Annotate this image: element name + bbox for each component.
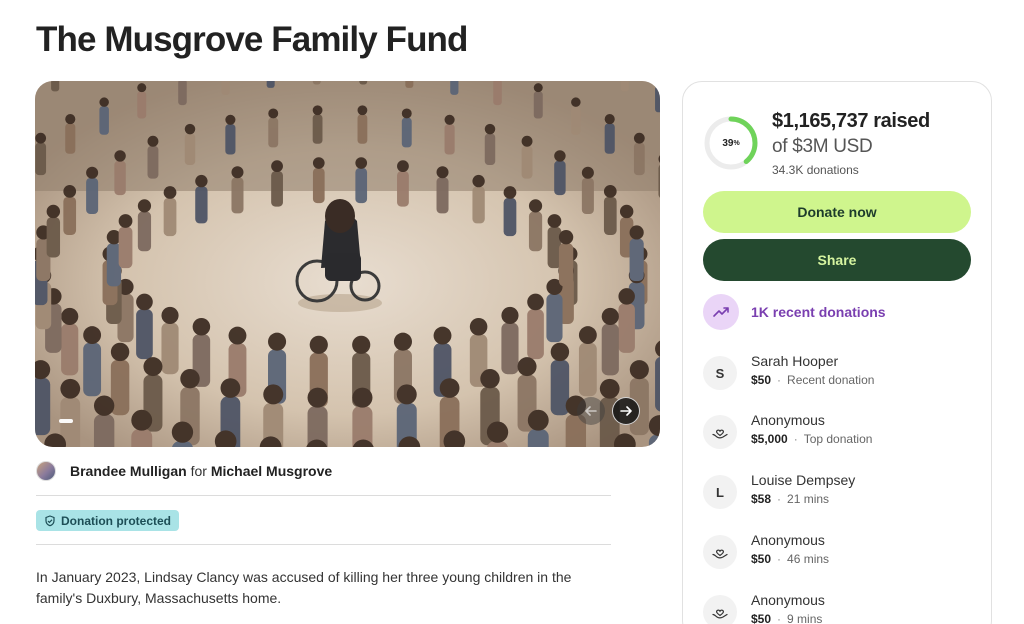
divider bbox=[36, 495, 611, 496]
donor-row: Anonymous $5,000 · Top donation bbox=[703, 411, 872, 449]
donation-time: 21 mins bbox=[787, 492, 830, 506]
donor-meta: $50 · 46 mins bbox=[751, 550, 829, 568]
donation-time: 46 mins bbox=[787, 552, 830, 566]
donor-meta: $5,000 · Top donation bbox=[751, 430, 872, 448]
donation-protected-badge[interactable]: Donation protected bbox=[36, 510, 179, 531]
donation-amount: $58 bbox=[751, 492, 772, 506]
meta-separator: · bbox=[793, 432, 798, 446]
donor-name: Anonymous bbox=[751, 592, 825, 608]
meta-separator: · bbox=[777, 552, 782, 566]
donate-now-button[interactable]: Donate now bbox=[703, 191, 971, 233]
badge-label: Donation protected bbox=[61, 513, 171, 528]
donor-avatar: S bbox=[703, 356, 737, 390]
arrow-left-icon bbox=[585, 406, 597, 416]
donation-time: Top donation bbox=[803, 432, 873, 446]
donor-row: Anonymous $50 · 9 mins bbox=[703, 591, 825, 624]
carousel-dot-active[interactable] bbox=[59, 419, 73, 423]
donation-time: Recent donation bbox=[787, 373, 875, 387]
page-title: The Musgrove Family Fund bbox=[36, 20, 468, 59]
donor-meta: $50 · Recent donation bbox=[751, 371, 874, 389]
shield-icon bbox=[44, 514, 56, 527]
donor-avatar: L bbox=[703, 475, 737, 509]
organizer-connector: for bbox=[190, 463, 207, 479]
donations-count: 34.3K donations bbox=[772, 163, 859, 177]
organizer-avatar[interactable] bbox=[36, 461, 56, 481]
meta-separator: · bbox=[777, 373, 782, 387]
donation-time: 9 mins bbox=[787, 612, 823, 624]
beneficiary-name: Michael Musgrove bbox=[210, 463, 333, 479]
hand-heart-icon bbox=[703, 535, 737, 569]
hand-heart-icon bbox=[703, 415, 737, 449]
amount-raised: $1,165,737 raised bbox=[772, 110, 930, 132]
donation-amount: $50 bbox=[751, 552, 772, 566]
arrow-right-icon bbox=[620, 406, 632, 416]
campaign-hero-image[interactable] bbox=[35, 81, 660, 447]
donor-name: Louise Dempsey bbox=[751, 472, 856, 488]
progress-ring: 39% bbox=[703, 115, 759, 171]
progress-percent: 39% bbox=[722, 137, 740, 149]
donation-amount: $50 bbox=[751, 612, 772, 624]
recent-donations-link[interactable]: 1K recent donations bbox=[703, 294, 886, 330]
donor-name: Sarah Hooper bbox=[751, 353, 839, 369]
divider bbox=[36, 544, 611, 545]
donor-meta: $50 · 9 mins bbox=[751, 610, 825, 624]
donor-row: S Sarah Hooper $50 · Recent donation bbox=[703, 352, 874, 390]
carousel-indicator bbox=[59, 419, 73, 423]
donor-name: Anonymous bbox=[751, 412, 825, 428]
meta-separator: · bbox=[777, 612, 782, 624]
donor-row: Anonymous $50 · 46 mins bbox=[703, 531, 829, 569]
donor-meta: $58 · 21 mins bbox=[751, 490, 855, 508]
donation-amount: $5,000 bbox=[751, 432, 788, 446]
hero-illustration bbox=[35, 81, 660, 447]
organizer-name[interactable]: Brandee Mulligan bbox=[70, 463, 187, 479]
hand-heart-icon bbox=[703, 595, 737, 624]
story-text: In January 2023, Lindsay Clancy was accu… bbox=[36, 569, 572, 606]
meta-separator: · bbox=[777, 492, 782, 506]
trending-up-icon bbox=[703, 294, 739, 330]
donor-name: Anonymous bbox=[751, 532, 825, 548]
organizer-line: Brandee Mulligan for Michael Musgrove bbox=[36, 461, 332, 481]
carousel-prev-button[interactable] bbox=[577, 397, 605, 425]
goal-amount: of $3M USD bbox=[772, 136, 873, 157]
donor-row: L Louise Dempsey $58 · 21 mins bbox=[703, 471, 855, 509]
donation-card: 39% $1,165,737 raised of $3M USD 34.3K d… bbox=[682, 81, 992, 624]
donation-amount: $50 bbox=[751, 373, 772, 387]
carousel-next-button[interactable] bbox=[612, 397, 640, 425]
share-button[interactable]: Share bbox=[703, 239, 971, 281]
